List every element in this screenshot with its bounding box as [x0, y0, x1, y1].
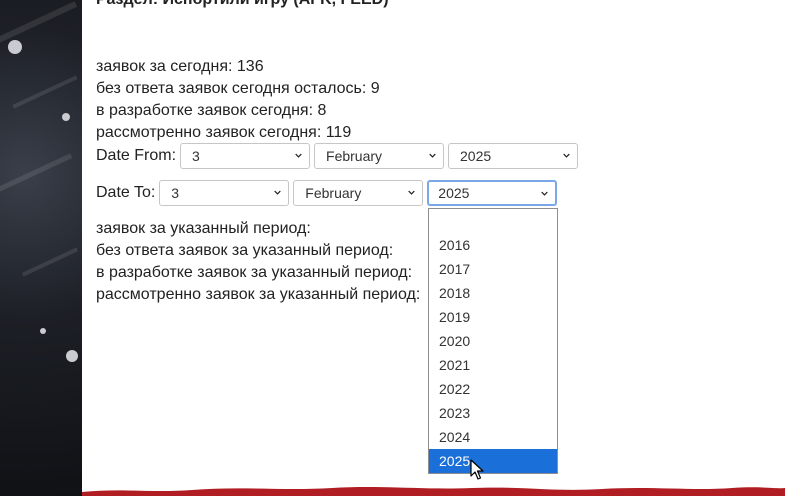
- date-from-year-select[interactable]: 2025: [448, 143, 579, 169]
- year-option-selected[interactable]: 2025: [429, 449, 557, 473]
- date-from-year-value: 2025: [460, 148, 492, 164]
- date-to-month-value: February: [305, 185, 362, 201]
- year-option[interactable]: 2016: [429, 233, 557, 257]
- chevron-down-icon: [541, 191, 549, 196]
- year-option[interactable]: 2017: [429, 257, 557, 281]
- date-to-year-select[interactable]: 2025: [427, 180, 558, 206]
- stat-in-progress-today: в разработке заявок сегодня: 8: [96, 102, 327, 119]
- stat-reviewed-today: рассмотренно заявок сегодня: 119: [96, 124, 352, 141]
- date-to-year-value: 2025: [438, 185, 470, 201]
- date-to-row: Date To: 3 February 2025: [96, 180, 561, 206]
- date-from-month-value: February: [326, 148, 383, 164]
- stats-today: заявок за сегодня: 136 без ответа заявок…: [96, 56, 380, 144]
- stat-requests-period: заявок за указанный период:: [96, 220, 311, 237]
- year-option[interactable]: 2018: [429, 281, 557, 305]
- date-to-day-value: 3: [171, 185, 180, 201]
- mouse-pointer-icon: [470, 459, 484, 480]
- year-option[interactable]: 2022: [429, 377, 557, 401]
- year-option[interactable]: 2021: [429, 353, 557, 377]
- stat-unanswered-today: без ответа заявок сегодня осталось: 9: [96, 80, 380, 97]
- year-option[interactable]: 2023: [429, 401, 557, 425]
- date-to-label: Date To:: [96, 184, 156, 201]
- chevron-down-icon: [563, 153, 570, 158]
- date-to-day-select[interactable]: 3: [159, 180, 290, 206]
- year-option[interactable]: 2024: [429, 425, 557, 449]
- year-option-blank[interactable]: [429, 209, 557, 233]
- chevron-down-icon: [408, 190, 416, 195]
- date-from-row: Date From: 3 February 2025: [96, 143, 582, 169]
- chevron-down-icon: [429, 153, 436, 158]
- stats-period: заявок за указанный период: без ответа з…: [96, 218, 420, 306]
- stat-requests-today: заявок за сегодня: 136: [96, 58, 264, 75]
- stat-reviewed-period: рассмотренно заявок за указанный период:: [96, 286, 421, 303]
- date-from-month-select[interactable]: February: [314, 143, 445, 169]
- year-dropdown-list[interactable]: 2016 2017 2018 2019 2020 2021 2022 2023 …: [428, 208, 558, 474]
- date-to-month-select[interactable]: February: [293, 180, 424, 206]
- date-from-day-value: 3: [192, 148, 200, 164]
- chevron-down-icon: [274, 190, 282, 195]
- year-option[interactable]: 2020: [429, 329, 557, 353]
- date-from-day-select[interactable]: 3: [180, 143, 311, 169]
- stat-in-progress-period: в разработке заявок за указанный период:: [96, 264, 413, 281]
- chevron-down-icon: [295, 153, 302, 158]
- footer-decoration: [82, 487, 785, 496]
- page-title: Раздел: Испортили игру (AFK, FEED): [96, 0, 389, 9]
- year-option[interactable]: 2019: [429, 305, 557, 329]
- sidebar-background-art: [0, 0, 82, 496]
- date-from-label: Date From:: [96, 147, 177, 164]
- stat-unanswered-period: без ответа заявок за указанный период:: [96, 242, 394, 259]
